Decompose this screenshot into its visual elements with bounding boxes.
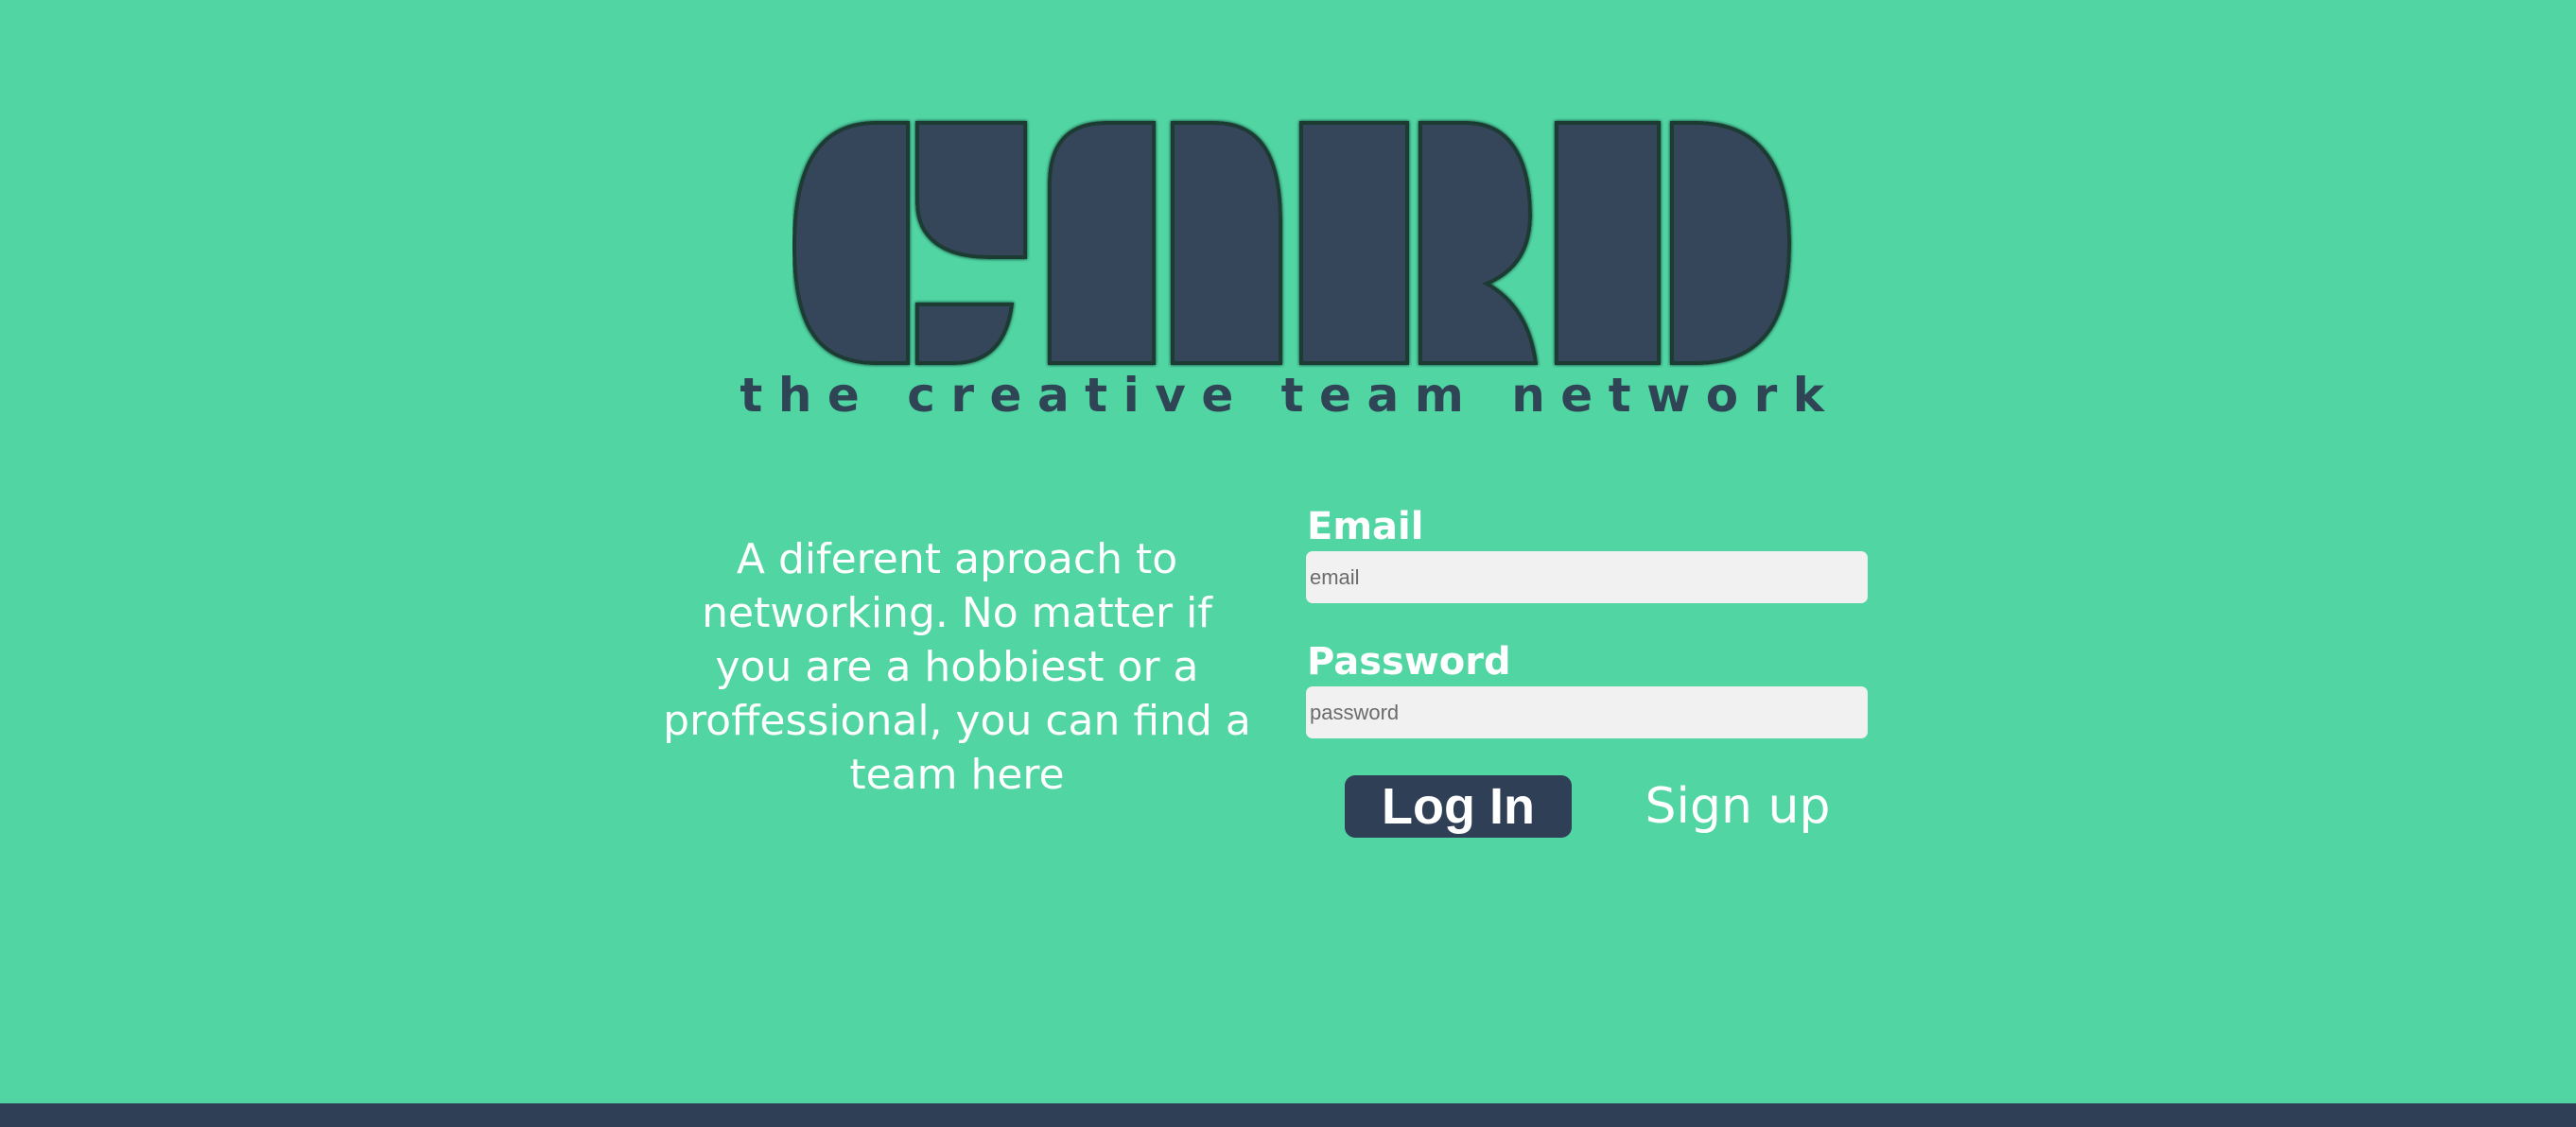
password-label: Password: [1307, 640, 1511, 684]
password-field[interactable]: [1306, 686, 1868, 738]
pitch-text: A diferent aproach to networking. No mat…: [663, 535, 1251, 799]
tagline: the creative team network: [740, 368, 1840, 423]
signup-link[interactable]: Sign up: [1617, 775, 1858, 838]
footer-bar: [0, 1103, 2576, 1127]
email-label: Email: [1307, 505, 1424, 548]
login-button[interactable]: Log In: [1345, 775, 1572, 838]
email-field[interactable]: [1306, 551, 1868, 603]
brand-logo: [792, 121, 1792, 365]
